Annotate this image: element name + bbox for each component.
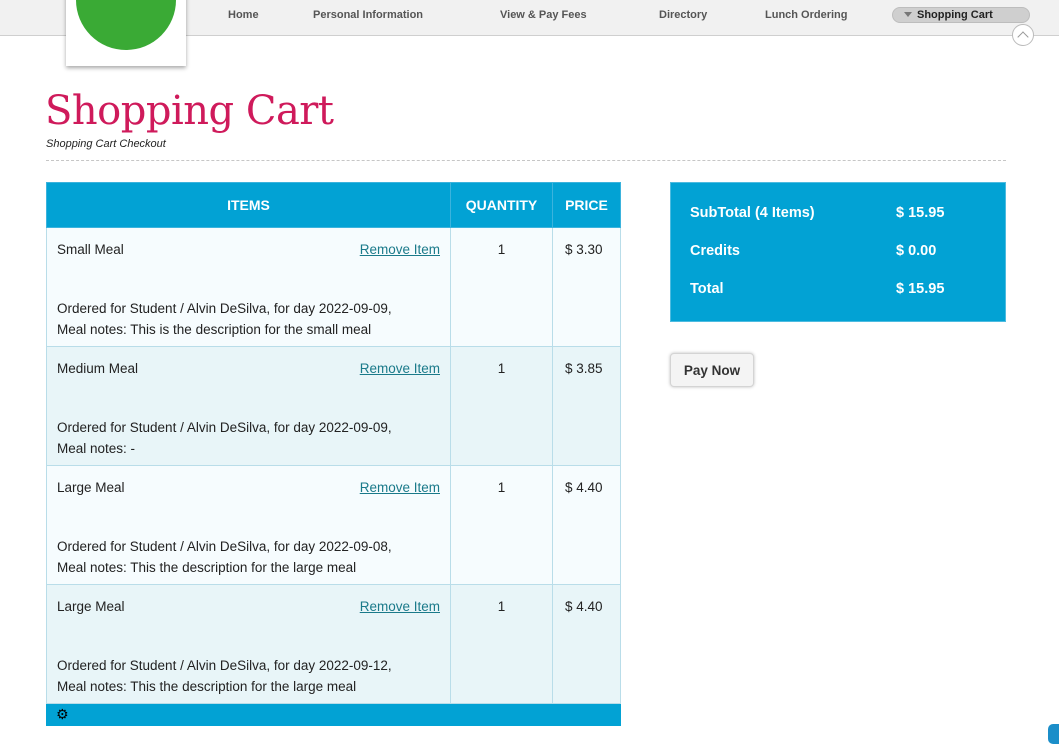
item-description: Ordered for Student / Alvin DeSilva, for… bbox=[57, 655, 447, 697]
item-price: $ 3.30 bbox=[565, 242, 603, 257]
cart-row: Large Meal Remove Item Ordered for Stude… bbox=[46, 584, 621, 704]
item-name: Small Meal bbox=[57, 242, 124, 257]
cart-footer-row: ⚙ bbox=[46, 703, 621, 726]
nav-directory[interactable]: Directory bbox=[659, 9, 707, 21]
item-meal-notes: Meal notes: This is the description for … bbox=[57, 322, 372, 337]
item-price: $ 4.40 bbox=[565, 599, 603, 614]
item-cell: Large Meal Remove Item Ordered for Stude… bbox=[46, 465, 451, 585]
nav-shopping-cart-label: Shopping Cart bbox=[917, 9, 993, 21]
total-value: $ 15.95 bbox=[896, 281, 945, 297]
subtotal-value: $ 15.95 bbox=[896, 205, 945, 221]
credits-label: Credits bbox=[690, 243, 740, 259]
item-cell: Medium Meal Remove Item Ordered for Stud… bbox=[46, 346, 451, 466]
item-quantity: 1 bbox=[497, 242, 506, 257]
cart-row: Medium Meal Remove Item Ordered for Stud… bbox=[46, 346, 621, 466]
page-title: Shopping Cart bbox=[45, 88, 334, 134]
price-cell: $ 3.30 bbox=[552, 227, 621, 347]
cart-row: Small Meal Remove Item Ordered for Stude… bbox=[46, 227, 621, 347]
quantity-cell: 1 bbox=[450, 227, 553, 347]
total-label: Total bbox=[690, 281, 724, 297]
item-description: Ordered for Student / Alvin DeSilva, for… bbox=[57, 417, 447, 459]
logo-circle bbox=[76, 0, 176, 50]
column-header-quantity: QUANTITY bbox=[450, 182, 553, 228]
quantity-cell: 1 bbox=[450, 465, 553, 585]
item-description: Ordered for Student / Alvin DeSilva, for… bbox=[57, 536, 447, 578]
nav-shopping-cart[interactable]: Shopping Cart bbox=[892, 7, 1030, 23]
nav-view-pay-fees[interactable]: View & Pay Fees bbox=[500, 9, 587, 21]
cart-footer: ⚙ bbox=[46, 703, 621, 726]
quantity-cell: 1 bbox=[450, 346, 553, 466]
item-order-info: Ordered for Student / Alvin DeSilva, for… bbox=[57, 301, 392, 316]
page-subtitle: Shopping Cart Checkout bbox=[46, 138, 166, 150]
item-order-info: Ordered for Student / Alvin DeSilva, for… bbox=[57, 658, 392, 673]
remove-item-link[interactable]: Remove Item bbox=[360, 599, 440, 614]
item-order-info: Ordered for Student / Alvin DeSilva, for… bbox=[57, 420, 392, 435]
remove-item-link[interactable]: Remove Item bbox=[360, 242, 440, 257]
item-cell: Small Meal Remove Item Ordered for Stude… bbox=[46, 227, 451, 347]
dashed-divider bbox=[46, 160, 1006, 161]
item-quantity: 1 bbox=[497, 480, 506, 495]
remove-item-link[interactable]: Remove Item bbox=[360, 480, 440, 495]
price-cell: $ 4.40 bbox=[552, 465, 621, 585]
item-name: Medium Meal bbox=[57, 361, 139, 376]
dropdown-triangle-icon bbox=[904, 12, 912, 17]
nav-home[interactable]: Home bbox=[228, 9, 259, 21]
quantity-cell: 1 bbox=[450, 584, 553, 704]
item-name: Large Meal bbox=[57, 480, 125, 495]
column-header-items: ITEMS bbox=[46, 182, 451, 228]
item-price: $ 3.85 bbox=[565, 361, 603, 376]
item-meal-notes: Meal notes: - bbox=[57, 441, 136, 456]
item-quantity: 1 bbox=[497, 361, 506, 376]
total-row: Total $ 15.95 bbox=[690, 281, 990, 301]
item-description: Ordered for Student / Alvin DeSilva, for… bbox=[57, 298, 447, 340]
item-meal-notes: Meal notes: This the description for the… bbox=[57, 560, 357, 575]
item-name: Large Meal bbox=[57, 599, 125, 614]
nav-personal-information[interactable]: Personal Information bbox=[313, 9, 423, 21]
cart-header-row: ITEMS QUANTITY PRICE bbox=[46, 182, 621, 228]
cart-table: ITEMS QUANTITY PRICE Small Meal Remove I… bbox=[46, 182, 621, 726]
cart-row: Large Meal Remove Item Ordered for Stude… bbox=[46, 465, 621, 585]
price-cell: $ 4.40 bbox=[552, 584, 621, 704]
credits-row: Credits $ 0.00 bbox=[690, 243, 990, 263]
order-summary: SubTotal (4 Items) $ 15.95 Credits $ 0.0… bbox=[670, 182, 1006, 322]
school-logo[interactable] bbox=[66, 0, 186, 66]
item-order-info: Ordered for Student / Alvin DeSilva, for… bbox=[57, 539, 392, 554]
item-quantity: 1 bbox=[497, 599, 506, 614]
price-cell: $ 3.85 bbox=[552, 346, 621, 466]
subtotal-row: SubTotal (4 Items) $ 15.95 bbox=[690, 205, 990, 225]
item-meal-notes: Meal notes: This the description for the… bbox=[57, 679, 357, 694]
pay-now-button[interactable]: Pay Now bbox=[670, 353, 754, 387]
item-price: $ 4.40 bbox=[565, 480, 603, 495]
subtotal-label: SubTotal (4 Items) bbox=[690, 205, 815, 221]
chat-widget-icon[interactable] bbox=[1048, 724, 1059, 744]
remove-item-link[interactable]: Remove Item bbox=[360, 361, 440, 376]
gear-icon[interactable]: ⚙ bbox=[56, 706, 69, 722]
scroll-up-icon[interactable] bbox=[1012, 24, 1034, 46]
item-cell: Large Meal Remove Item Ordered for Stude… bbox=[46, 584, 451, 704]
nav-lunch-ordering[interactable]: Lunch Ordering bbox=[765, 9, 848, 21]
credits-value: $ 0.00 bbox=[896, 243, 937, 259]
column-header-price: PRICE bbox=[552, 182, 621, 228]
